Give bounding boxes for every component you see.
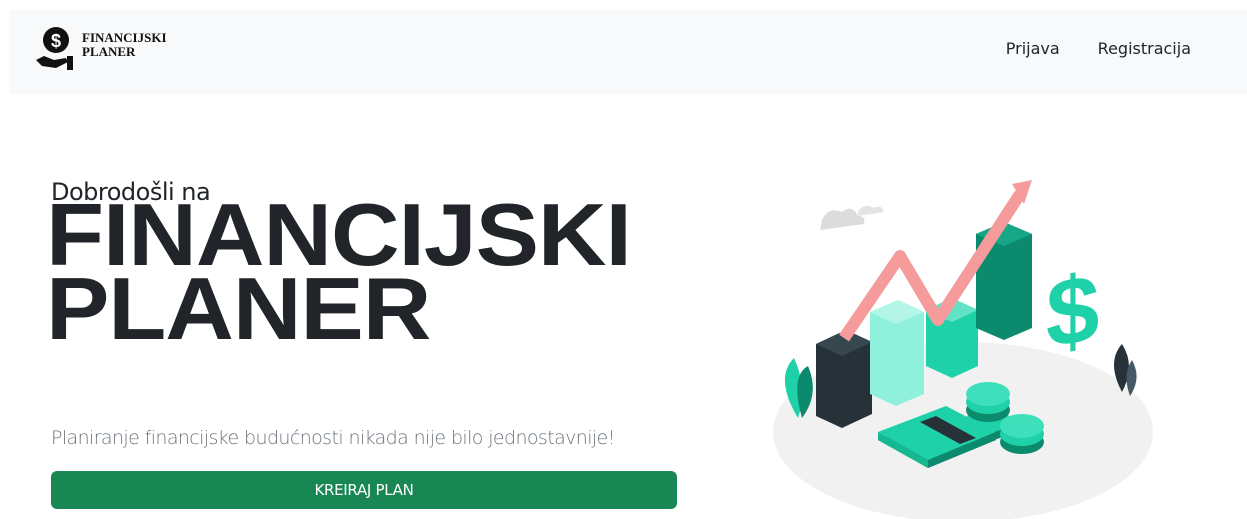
nav-links: Prijava Registracija [968, 40, 1191, 58]
brand-line-1: FINANCIJSKI [82, 30, 167, 45]
coin-stack [1000, 414, 1044, 454]
cloud-shape [858, 205, 884, 216]
financial-growth-illustration: $ [773, 180, 1153, 519]
hero-title: FINANCIJSKI PLANER [46, 191, 632, 353]
bar-light-teal [870, 300, 924, 406]
cloud-shape [820, 208, 865, 230]
brand-link[interactable]: $ FINANCIJSKI PLANER [34, 26, 167, 72]
login-link[interactable]: Prijava [1006, 40, 1060, 58]
register-link[interactable]: Registracija [1098, 40, 1191, 58]
brand-name: FINANCIJSKI PLANER [82, 31, 167, 59]
create-plan-button[interactable]: KREIRAJ PLAN [51, 471, 677, 509]
bar-dark [816, 330, 872, 428]
money-hand-icon: $ [36, 27, 73, 70]
dollar-symbol: $ [1046, 255, 1099, 369]
brand-line-2: PLANER [82, 44, 136, 59]
navbar: $ FINANCIJSKI PLANER Prijava Registracij… [10, 10, 1247, 94]
hero-subtitle: Planiranje financijske budućnosti nikada… [51, 427, 615, 449]
svg-text:$: $ [51, 31, 61, 51]
